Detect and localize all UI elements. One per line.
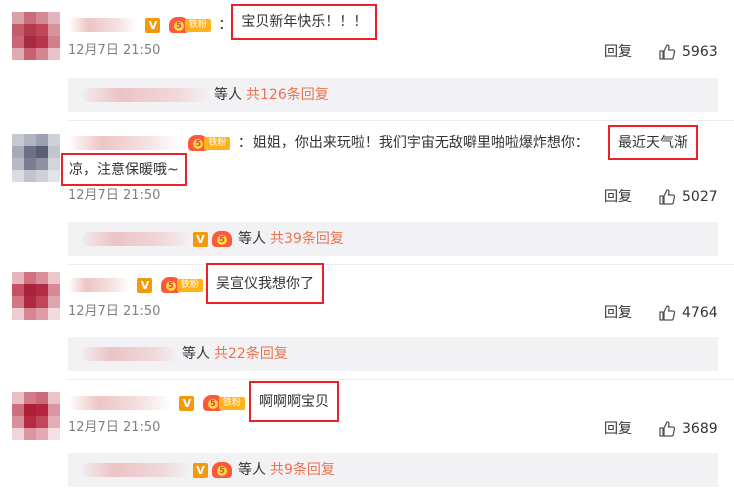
like-button[interactable]: 3689 bbox=[658, 419, 718, 439]
like-count: 4764 bbox=[682, 305, 718, 321]
fan-label: 铁粉 bbox=[184, 19, 211, 32]
v-badge-icon: V bbox=[179, 395, 195, 411]
sub-reply-bar[interactable]: V 等人共9条回复 bbox=[68, 453, 718, 487]
username[interactable] bbox=[68, 18, 138, 32]
comment-time: 12月7日 21:50 bbox=[68, 304, 161, 319]
fan-crown-icon: 铁粉 bbox=[188, 135, 232, 151]
comment-text: 宝贝新年快乐！！！ bbox=[241, 14, 368, 30]
fan-label: 铁粉 bbox=[218, 397, 245, 410]
comment-text: 啊啊啊宝贝 bbox=[259, 394, 329, 410]
sub-reply-bar[interactable]: 等人 共126条回复 bbox=[68, 78, 718, 112]
colon: ： bbox=[218, 17, 233, 33]
v-badge-icon: V bbox=[145, 17, 161, 33]
fan-label: 铁粉 bbox=[176, 279, 203, 292]
sub-reply-total[interactable]: 共126条回复 bbox=[246, 87, 329, 103]
v-badge-icon: V bbox=[193, 231, 208, 247]
sub-reply-wait: 等人 bbox=[238, 231, 266, 247]
avatar[interactable] bbox=[12, 134, 60, 182]
fan-label: 铁粉 bbox=[204, 137, 231, 150]
sub-reply-wait: 等人 bbox=[238, 462, 266, 478]
like-button[interactable]: 5963 bbox=[658, 42, 718, 62]
fan-crown-icon: 铁粉 bbox=[168, 17, 213, 33]
fan-crown-icon: 铁粉 bbox=[160, 277, 205, 293]
comment-time: 12月7日 21:50 bbox=[68, 420, 161, 435]
sub-reply-users bbox=[82, 88, 210, 102]
comment-text: 吴宣仪我想你了 bbox=[216, 276, 314, 292]
comment-text-highlight: 凉，注意保暖哦~ bbox=[69, 162, 179, 178]
highlight-box: 吴宣仪我想你了 bbox=[206, 263, 324, 304]
highlight-box: 最近天气渐 bbox=[608, 125, 698, 160]
username[interactable] bbox=[68, 396, 172, 410]
thumbs-up-icon bbox=[659, 189, 676, 205]
reply-button[interactable]: 回复 bbox=[604, 303, 632, 323]
fan-crown-icon bbox=[212, 462, 234, 478]
highlight-box: 啊啊啊宝贝 bbox=[249, 381, 339, 422]
thumbs-up-icon bbox=[659, 44, 676, 60]
like-count: 5963 bbox=[682, 44, 718, 60]
sub-reply-bar[interactable]: V 等人共39条回复 bbox=[68, 222, 718, 256]
divider bbox=[68, 264, 734, 265]
highlight-box: 凉，注意保暖哦~ bbox=[61, 153, 187, 186]
like-button[interactable]: 5027 bbox=[658, 187, 718, 207]
reply-button[interactable]: 回复 bbox=[604, 187, 632, 207]
sub-reply-wait: 等人 bbox=[214, 87, 242, 103]
v-badge-icon: V bbox=[137, 277, 153, 293]
comment-text-highlight: 最近天气渐 bbox=[618, 135, 688, 151]
comment-time: 12月7日 21:50 bbox=[68, 188, 161, 203]
comment-text: 姐姐，你出来玩啦！我们宇宙无敌噼里啪啦爆炸想你： bbox=[252, 135, 589, 151]
avatar[interactable] bbox=[12, 272, 60, 320]
colon: ： bbox=[237, 135, 252, 151]
thumbs-up-icon bbox=[659, 421, 676, 437]
sub-reply-users bbox=[82, 347, 178, 361]
username[interactable] bbox=[68, 136, 180, 150]
reply-button[interactable]: 回复 bbox=[604, 42, 632, 62]
fan-crown-icon bbox=[212, 231, 234, 247]
sub-reply-total[interactable]: 共22条回复 bbox=[214, 346, 288, 362]
sub-reply-total[interactable]: 共39条回复 bbox=[270, 231, 344, 247]
v-badge-icon: V bbox=[193, 462, 208, 478]
sub-reply-wait: 等人 bbox=[182, 346, 210, 362]
like-button[interactable]: 4764 bbox=[658, 303, 718, 323]
fan-crown-icon: 铁粉 bbox=[202, 395, 247, 411]
sub-reply-users bbox=[82, 463, 190, 477]
comment-time: 12月7日 21:50 bbox=[68, 43, 161, 58]
like-count: 5027 bbox=[682, 189, 718, 205]
avatar[interactable] bbox=[12, 12, 60, 60]
like-count: 3689 bbox=[682, 421, 718, 437]
reply-button[interactable]: 回复 bbox=[604, 419, 632, 439]
username[interactable] bbox=[68, 278, 130, 292]
thumbs-up-icon bbox=[659, 305, 676, 321]
avatar[interactable] bbox=[12, 392, 60, 440]
divider bbox=[68, 379, 734, 380]
sub-reply-total[interactable]: 共9条回复 bbox=[270, 462, 335, 478]
sub-reply-users bbox=[82, 232, 190, 246]
divider bbox=[68, 120, 734, 121]
highlight-box: 宝贝新年快乐！！！ bbox=[231, 4, 378, 40]
sub-reply-bar[interactable]: 等人 共22条回复 bbox=[68, 337, 718, 371]
